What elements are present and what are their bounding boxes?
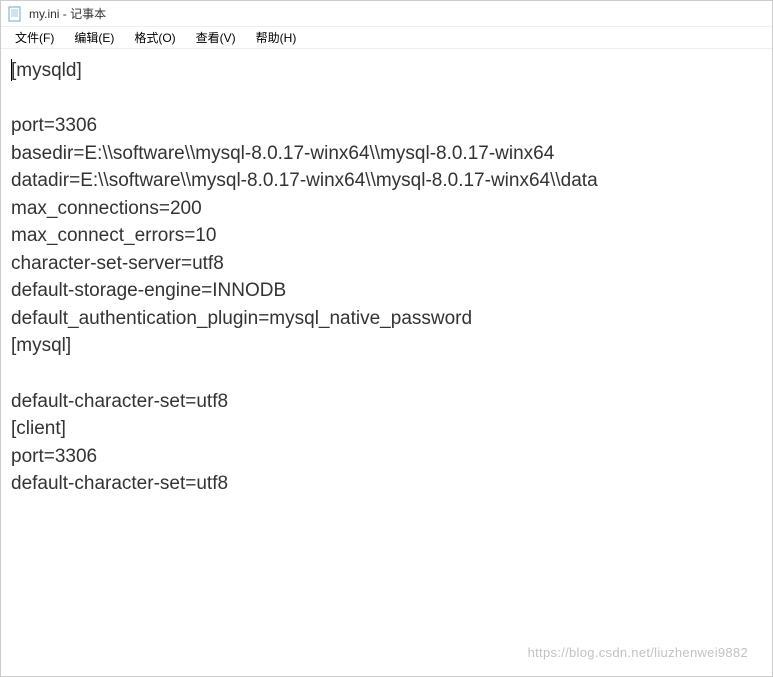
notepad-icon: [7, 6, 23, 22]
text-editor[interactable]: [mysqld] port=3306 basedir=E:\\software\…: [1, 49, 772, 676]
window-title: my.ini - 记事本: [29, 5, 106, 22]
menu-help[interactable]: 帮助(H): [248, 27, 305, 48]
editor-content: [mysqld] port=3306 basedir=E:\\software\…: [11, 60, 598, 494]
text-caret: [11, 59, 12, 81]
titlebar: my.ini - 记事本: [1, 1, 772, 27]
menubar: 文件(F) 编辑(E) 格式(O) 查看(V) 帮助(H): [1, 27, 772, 49]
menu-edit[interactable]: 编辑(E): [66, 27, 122, 48]
menu-file[interactable]: 文件(F): [7, 27, 62, 48]
menu-view[interactable]: 查看(V): [188, 27, 244, 48]
menu-format[interactable]: 格式(O): [126, 27, 183, 48]
